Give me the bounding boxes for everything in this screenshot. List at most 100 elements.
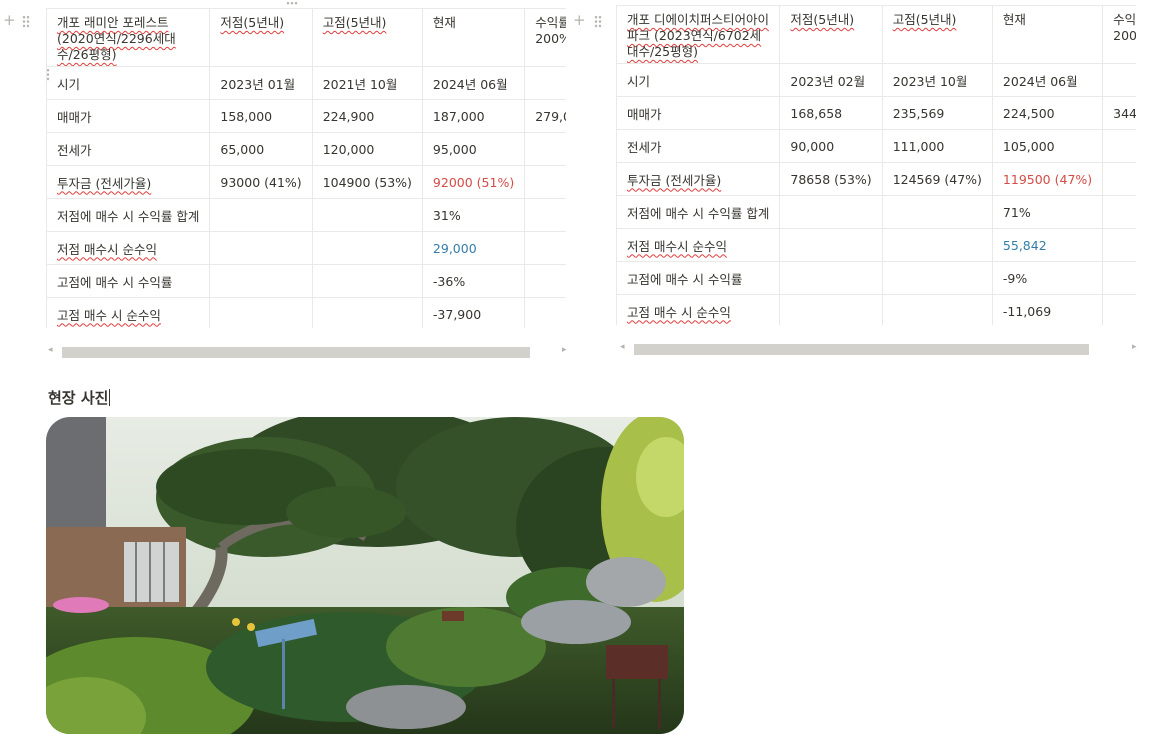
table-cell-highlight[interactable]: 92000 (51%) <box>421 165 526 199</box>
table-cell[interactable]: 104900 (53%) <box>311 165 423 199</box>
table-cell[interactable]: 매매가 <box>616 96 781 130</box>
table-cell[interactable]: 224,900 <box>311 99 423 133</box>
table-cell[interactable]: -37,900 <box>421 297 526 328</box>
table-cell[interactable] <box>524 165 566 199</box>
table-cell[interactable]: 저점에 매수 시 수익률 합계 <box>46 198 211 232</box>
table-cell[interactable]: 168,658 <box>779 96 883 130</box>
table-cell[interactable]: 2021년 10월 <box>311 66 423 100</box>
table-cell[interactable] <box>209 297 313 328</box>
table-cell[interactable]: 시기 <box>616 63 781 97</box>
table-cell[interactable]: 투자금 (전세가율) <box>46 165 211 199</box>
table-cell[interactable]: 187,000 <box>421 99 526 133</box>
table-cell[interactable] <box>311 297 423 328</box>
table-header-current[interactable]: 현재 <box>421 8 526 67</box>
table-cell[interactable]: 2023년 10월 <box>881 63 993 97</box>
table-cell[interactable] <box>311 231 423 265</box>
table-cell[interactable] <box>524 132 566 166</box>
table-cell[interactable]: 158,000 <box>209 99 313 133</box>
table-header-current[interactable]: 현재 <box>991 5 1104 64</box>
table-cell[interactable]: 235,569 <box>881 96 993 130</box>
table-cell[interactable] <box>1102 228 1136 262</box>
table-cell[interactable]: 2024년 06월 <box>991 63 1104 97</box>
add-block-plus-icon[interactable]: + <box>3 13 16 28</box>
scroll-right-icon[interactable]: ▸ <box>1132 342 1137 352</box>
table-cell[interactable]: 2023년 02월 <box>779 63 883 97</box>
table-cell[interactable]: -11,069 <box>991 294 1104 325</box>
table-header-return[interactable]: 수익률 200% <box>524 8 566 67</box>
table-cell[interactable]: 저점 매수시 순수익 <box>46 231 211 265</box>
column-drag-handle-icon[interactable] <box>286 1 298 6</box>
table-cell[interactable]: 저점 매수시 순수익 <box>616 228 781 262</box>
table-cell[interactable] <box>779 294 883 325</box>
table-cell[interactable] <box>881 195 993 229</box>
table-cell[interactable] <box>881 228 993 262</box>
table-cell[interactable] <box>779 195 883 229</box>
table-cell[interactable]: 매매가 <box>46 99 211 133</box>
table-header-complex-name[interactable]: 개포 디에이치퍼스티어아이파크 (2023연식/6702세대수/25평형) <box>616 5 781 64</box>
table-cell[interactable]: 71% <box>991 195 1104 229</box>
table-cell[interactable] <box>881 261 993 295</box>
table-cell[interactable]: 전세가 <box>616 129 781 163</box>
table-cell[interactable]: 고점에 매수 시 수익률 <box>616 261 781 295</box>
table-cell[interactable]: -9% <box>991 261 1104 295</box>
table-cell[interactable]: 고점 매수 시 순수익 <box>46 297 211 328</box>
table-cell[interactable]: 65,000 <box>209 132 313 166</box>
table-cell[interactable] <box>311 198 423 232</box>
table-cell[interactable]: 2024년 06월 <box>421 66 526 100</box>
table-cell[interactable] <box>779 261 883 295</box>
table-cell[interactable] <box>1102 129 1136 163</box>
table-1-horizontal-scrollbar[interactable]: ◂ ▸ <box>48 345 572 358</box>
table-cell[interactable]: 120,000 <box>311 132 423 166</box>
table-cell[interactable]: 93000 (41%) <box>209 165 313 199</box>
table-2-horizontal-scrollbar[interactable]: ◂ ▸ <box>620 342 1142 355</box>
table-cell[interactable]: 고점에 매수 시 수익률 <box>46 264 211 298</box>
table-cell[interactable] <box>881 294 993 325</box>
table-cell[interactable]: 고점 매수 시 순수익 <box>616 294 781 325</box>
scroll-left-icon[interactable]: ◂ <box>48 345 53 355</box>
table-cell[interactable]: 저점에 매수 시 수익률 합계 <box>616 195 781 229</box>
table-cell-highlight[interactable]: 29,000 <box>421 231 526 265</box>
table-cell[interactable]: 224,500 <box>991 96 1104 130</box>
table-cell-highlight[interactable]: 119500 (47%) <box>991 162 1104 196</box>
table-header-complex-name[interactable]: 개포 래미안 포레스트 (2020연식/2296세대수/26평형) <box>46 8 211 67</box>
table-cell[interactable] <box>779 228 883 262</box>
drag-handle-icon-2[interactable] <box>594 15 602 28</box>
table-cell-highlight[interactable]: 55,842 <box>991 228 1104 262</box>
table-cell[interactable]: 279,00 <box>524 99 566 133</box>
table-cell[interactable]: 111,000 <box>881 129 993 163</box>
table-cell[interactable] <box>311 264 423 298</box>
table-cell[interactable]: 90,000 <box>779 129 883 163</box>
table-cell[interactable] <box>524 231 566 265</box>
table-header-high[interactable]: 고점(5년내) <box>881 5 993 64</box>
scroll-left-icon[interactable]: ◂ <box>620 342 625 352</box>
table-header-low[interactable]: 저점(5년내) <box>209 8 313 67</box>
scrollbar-thumb[interactable] <box>62 347 530 358</box>
table-cell[interactable]: 78658 (53%) <box>779 162 883 196</box>
table-cell[interactable]: 전세가 <box>46 132 211 166</box>
table-cell[interactable] <box>524 198 566 232</box>
site-photo[interactable] <box>46 417 684 734</box>
table-cell[interactable] <box>1102 63 1136 97</box>
add-block-plus-icon-2[interactable]: + <box>573 13 586 28</box>
table-cell[interactable]: 2023년 01월 <box>209 66 313 100</box>
table-cell[interactable]: 31% <box>421 198 526 232</box>
table-cell[interactable] <box>524 297 566 328</box>
table-cell[interactable] <box>209 231 313 265</box>
table-cell[interactable] <box>524 66 566 100</box>
table-header-return[interactable]: 수익 200 <box>1102 5 1136 64</box>
scroll-right-icon[interactable]: ▸ <box>562 345 567 355</box>
table-cell[interactable] <box>1102 294 1136 325</box>
table-cell[interactable]: 105,000 <box>991 129 1104 163</box>
drag-handle-icon[interactable] <box>22 15 30 28</box>
table-header-high[interactable]: 고점(5년내) <box>311 8 423 67</box>
table-header-low[interactable]: 저점(5년내) <box>779 5 883 64</box>
table-cell[interactable] <box>209 198 313 232</box>
section-heading[interactable]: 현장 사진 <box>48 387 111 408</box>
table-cell[interactable] <box>209 264 313 298</box>
table-cell[interactable]: -36% <box>421 264 526 298</box>
scrollbar-thumb[interactable] <box>634 344 1089 355</box>
table-cell[interactable] <box>1102 162 1136 196</box>
table-cell[interactable]: 344, <box>1102 96 1136 130</box>
table-cell[interactable]: 124569 (47%) <box>881 162 993 196</box>
table-cell[interactable]: 95,000 <box>421 132 526 166</box>
